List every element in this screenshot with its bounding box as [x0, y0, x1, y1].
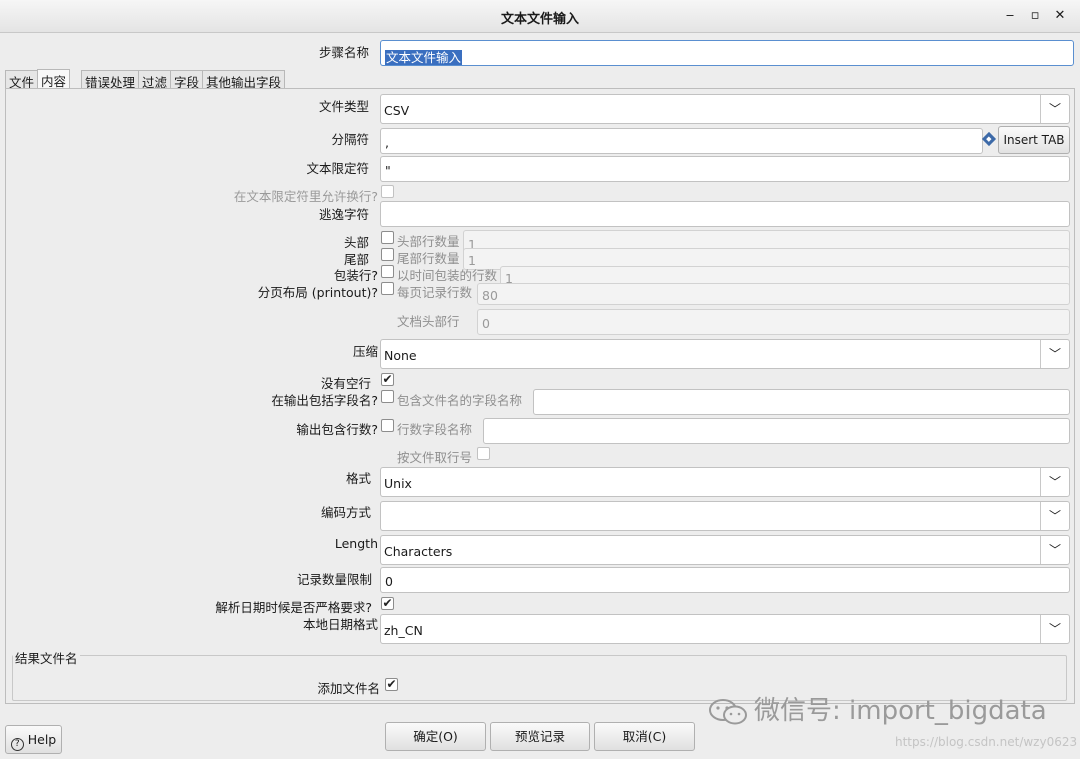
paged-layout-checkbox[interactable] [381, 282, 394, 295]
wrapped-checkbox[interactable] [381, 265, 394, 278]
locale-select[interactable]: zh_CN ﹀ [380, 614, 1070, 644]
minimize-button[interactable]: ‒ [1000, 6, 1020, 26]
tab-other-output-fields[interactable]: 其他输出字段 [202, 70, 286, 90]
escape-label: 逃逸字符 [318, 207, 369, 222]
lenient-dates-checkbox[interactable]: ✔ [381, 597, 394, 610]
length-select[interactable]: Characters ﹀ [380, 535, 1070, 565]
length-label: Length [334, 536, 378, 551]
include-rownum-label: 输出包含行数? [296, 422, 378, 437]
chevron-down-icon: ﹀ [1040, 95, 1069, 123]
close-button[interactable]: ✕ [1050, 6, 1070, 26]
encoding-label: 编码方式 [320, 505, 371, 520]
rownum-per-file-label: 按文件取行号 [397, 450, 473, 465]
format-select[interactable]: Unix ﹀ [380, 467, 1070, 497]
ok-button[interactable]: 确定(O) [385, 722, 486, 751]
result-filename-group-label: 结果文件名 [13, 648, 80, 667]
length-value: Characters [384, 544, 453, 559]
compression-label: 压缩 [352, 344, 378, 359]
footer-checkbox[interactable] [381, 248, 394, 261]
document-header-input[interactable]: 0 [477, 309, 1070, 335]
format-label: 格式 [345, 471, 371, 486]
chevron-down-icon: ﹀ [1040, 536, 1069, 564]
help-button-label: Help [27, 732, 57, 747]
rownum-field-label: 行数字段名称 [397, 422, 473, 437]
lines-per-page-input[interactable]: 80 [477, 283, 1070, 305]
window-title: 文本文件输入 [500, 12, 579, 27]
wechat-icon [709, 698, 747, 724]
paged-layout-label: 分页布局 (printout)? [257, 285, 378, 300]
tab-file[interactable]: 文件 [5, 70, 39, 90]
rownum-field-input[interactable] [483, 418, 1070, 444]
watermark-text: 微信号: import_bigdata [754, 696, 1047, 726]
watermark-url: https://blog.csdn.net/wzy0623 [895, 735, 1078, 749]
allow-breaks-checkbox[interactable] [381, 185, 394, 198]
include-filename-checkbox[interactable] [381, 390, 394, 403]
separator-label: 分隔符 [331, 132, 369, 147]
chevron-down-icon: ﹀ [1040, 615, 1069, 643]
tab-error-handling[interactable]: 错误处理 [81, 70, 140, 90]
maximize-button[interactable]: ▫ [1025, 6, 1045, 26]
locale-label: 本地日期格式 [302, 617, 378, 632]
add-filename-label: 添加文件名 [317, 681, 380, 696]
include-filename-label: 在输出包括字段名? [271, 393, 378, 408]
include-rownum-checkbox[interactable] [381, 419, 394, 432]
tab-fields[interactable]: 字段 [170, 70, 204, 90]
format-value: Unix [384, 476, 412, 491]
step-name-value: 文本文件输入 [385, 50, 463, 65]
help-button[interactable]: ? Help [5, 725, 62, 754]
tab-content[interactable]: 内容 [37, 69, 71, 89]
locale-value: zh_CN [384, 623, 423, 638]
filename-field-input[interactable] [533, 389, 1070, 415]
help-circle-icon: ? [10, 738, 24, 751]
allow-breaks-label: 在文本限定符里允许换行? [233, 189, 378, 204]
compression-select[interactable]: None ﹀ [380, 339, 1070, 369]
preview-button[interactable]: 预览记录 [490, 722, 590, 751]
chevron-down-icon: ﹀ [1040, 468, 1069, 496]
limit-input[interactable]: 0 [380, 567, 1070, 593]
limit-label: 记录数量限制 [296, 572, 372, 587]
file-type-label: 文件类型 [318, 99, 369, 114]
encoding-select[interactable]: ﹀ [380, 501, 1070, 531]
cancel-button[interactable]: 取消(C) [594, 722, 695, 751]
file-type-select[interactable]: CSV ﹀ [380, 94, 1070, 124]
window-titlebar: 文本文件输入 ‒ ▫ ✕ [0, 0, 1080, 33]
rownum-per-file-checkbox[interactable] [477, 447, 490, 460]
chevron-down-icon: ﹀ [1040, 340, 1069, 368]
enclosure-input[interactable]: " [380, 156, 1070, 182]
tab-filter[interactable]: 过滤 [138, 70, 172, 90]
insert-tab-button[interactable]: Insert TAB [998, 126, 1070, 154]
step-name-label: 步骤名称 [318, 45, 369, 60]
lines-per-page-label: 每页记录行数 [397, 285, 473, 300]
step-name-input[interactable]: 文本文件输入 [380, 40, 1074, 66]
add-filename-checkbox[interactable]: ✔ [385, 678, 398, 691]
compression-value: None [384, 348, 417, 363]
document-header-label: 文档头部行 [397, 314, 460, 329]
file-type-value: CSV [384, 103, 410, 118]
enclosure-label: 文本限定符 [306, 161, 369, 176]
escape-input[interactable] [380, 201, 1070, 227]
filename-field-label: 包含文件名的字段名称 [397, 393, 523, 408]
chevron-down-icon: ﹀ [1040, 502, 1069, 530]
header-checkbox[interactable] [381, 231, 394, 244]
watermark: 微信号: import_bigdata [708, 690, 1047, 727]
no-empty-rows-checkbox[interactable]: ✔ [381, 373, 394, 386]
separator-input[interactable]: , [380, 128, 983, 154]
